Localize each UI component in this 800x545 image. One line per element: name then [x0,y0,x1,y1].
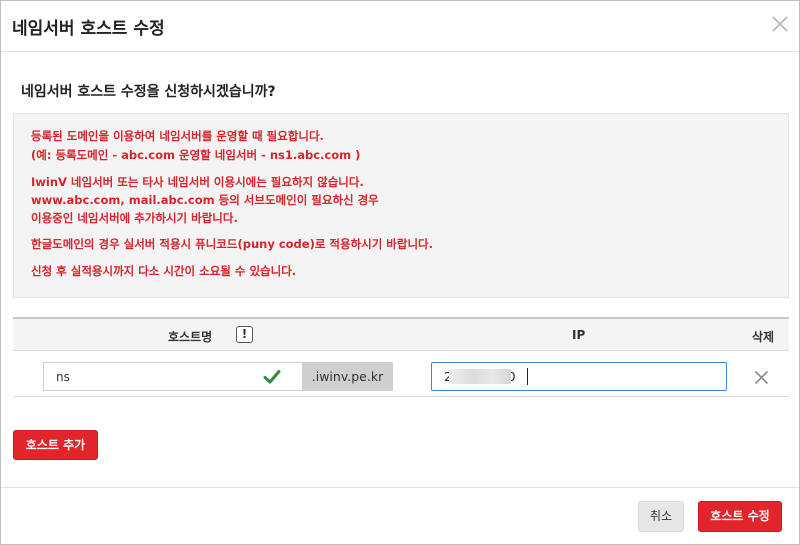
notice-line: (예: 등록도메인 - abc.com 운영할 네임서버 - ns1.abc.c… [31,148,361,162]
column-header-host: 호스트명 [168,330,213,344]
add-host-button[interactable]: 호스트 추가 [13,430,98,460]
host-table: 호스트명 ! IP 삭제 .iwinv.pe.kr [13,317,789,397]
ip-input[interactable] [431,362,727,391]
check-icon [263,370,281,384]
edit-nameserver-host-dialog: 네임서버 호스트 수정 네임서버 호스트 수정을 신청하시겠습니까? 등록된 도… [0,0,800,545]
column-header-delete: 삭제 [752,330,775,344]
notice-box: 등록된 도메인을 이용하여 네임서버를 운영할 때 필요합니다. (예: 등록도… [13,113,789,298]
notice-line: IwinV 네임서버 또는 타사 네임서버 이용시에는 필요하지 않습니다. [31,175,364,189]
dialog-header: 네임서버 호스트 수정 [1,1,799,52]
notice-line: www.abc.com, mail.abc.com 등의 서브도메인이 필요하신… [31,193,379,207]
notice-line: 등록된 도메인을 이용하여 네임서버를 운영할 때 필요합니다. [31,129,324,143]
close-icon[interactable] [771,15,789,33]
dialog-title: 네임서버 호스트 수정 [12,19,165,39]
table-header: 호스트명 ! IP 삭제 [13,319,789,351]
cancel-button[interactable]: 취소 [638,501,684,532]
confirm-question: 네임서버 호스트 수정을 신청하시겠습니까? [21,84,276,100]
column-header-ip: IP [572,328,586,342]
info-hint-icon[interactable]: ! [236,326,253,343]
domain-suffix: .iwinv.pe.kr [302,362,393,391]
submit-host-edit-button[interactable]: 호스트 수정 [698,501,782,532]
notice-line: 신청 후 실적용시까지 다소 시간이 소요될 수 있습니다. [31,264,297,278]
notice-line: 한글도메인의 경우 실서버 적용시 퓨니코드(puny code)로 적용하시기… [31,237,433,251]
delete-row-icon[interactable] [754,370,769,385]
notice-line: 이용중인 네임서버에 추가하시기 바랍니다. [31,211,238,225]
footer-divider [1,487,799,488]
